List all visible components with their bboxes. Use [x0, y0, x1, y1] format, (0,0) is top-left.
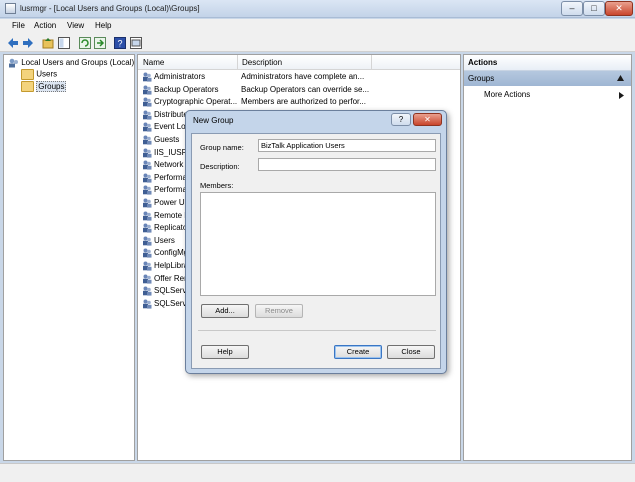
dialog-close-button[interactable]: ✕	[413, 113, 442, 126]
help-icon[interactable]: ?	[114, 37, 126, 49]
submenu-arrow-icon	[619, 92, 624, 99]
window-titlebar[interactable]: lusrmgr - [Local Users and Groups (Local…	[0, 0, 635, 18]
group-name: Administrators	[154, 72, 206, 81]
group-name-field[interactable]: BizTalk Application Users	[258, 139, 436, 152]
group-name: Backup Operators	[154, 84, 219, 94]
collapse-icon[interactable]	[617, 75, 624, 81]
users-groups-icon	[9, 58, 18, 68]
group-icon	[143, 135, 152, 145]
group-icon	[143, 248, 152, 258]
group-name: HelpLibra	[154, 261, 189, 270]
group-row[interactable]: Backup Operators Backup Operators can ove…	[138, 84, 460, 97]
group-icon	[143, 299, 152, 309]
more-actions-item[interactable]: More Actions	[484, 90, 530, 99]
tree-item-label: Groups	[36, 80, 67, 92]
svg-text:?: ?	[118, 39, 123, 49]
create-button[interactable]: Create	[334, 345, 382, 359]
group-icon	[143, 274, 152, 284]
column-separator[interactable]	[237, 55, 238, 70]
group-name: Guests	[154, 135, 180, 144]
show-hide-tree-icon[interactable]	[58, 37, 70, 49]
tree-item-label: Users	[36, 69, 58, 79]
menu-view[interactable]: View	[67, 21, 84, 30]
tree-pane: Local Users and Groups (Local) Users Gro…	[3, 54, 135, 461]
group-name: Distribute	[154, 109, 188, 119]
group-name: ConfigMg	[154, 248, 189, 258]
window-title: lusrmgr - [Local Users and Groups (Local…	[20, 4, 200, 13]
app-icon	[5, 3, 16, 14]
column-separator[interactable]	[371, 55, 372, 70]
actions-header: Actions	[464, 55, 631, 71]
group-icon	[143, 211, 152, 221]
refresh-icon[interactable]	[79, 37, 91, 49]
close-button[interactable]: ✕	[605, 1, 633, 16]
remove-button[interactable]: Remove	[255, 304, 303, 318]
tree-root-label: Local Users and Groups (Local)	[21, 58, 135, 68]
list-header: Name Description	[138, 55, 460, 70]
group-name: Users	[154, 235, 175, 245]
help-button[interactable]: Help	[201, 345, 249, 359]
description-field[interactable]	[258, 158, 436, 171]
group-icon	[143, 198, 152, 208]
column-description[interactable]: Description	[242, 58, 282, 67]
tree-root[interactable]: Local Users and Groups (Local)	[8, 58, 134, 68]
close-dialog-button[interactable]: Close	[387, 345, 435, 359]
status-bar	[0, 463, 635, 482]
add-button[interactable]: Add...	[201, 304, 249, 318]
group-icon	[143, 110, 152, 120]
toolbar: ?	[0, 34, 635, 52]
group-icon	[143, 286, 152, 296]
tree-item-users[interactable]: Users	[21, 69, 57, 80]
group-row[interactable]: Cryptographic Operat... Members are autho…	[138, 96, 460, 109]
group-icon	[143, 185, 152, 195]
group-icon	[143, 85, 152, 95]
actions-pane: Actions Groups More Actions	[463, 54, 632, 461]
menu-action[interactable]: Action	[34, 21, 56, 30]
column-name[interactable]: Name	[143, 58, 164, 67]
forward-icon[interactable]	[22, 37, 34, 49]
group-icon	[143, 72, 152, 82]
dialog-title: New Group	[193, 116, 234, 125]
up-folder-icon[interactable]	[42, 37, 54, 49]
members-label: Members:	[200, 181, 234, 190]
group-icon	[143, 97, 152, 107]
group-icon	[143, 173, 152, 183]
group-icon	[143, 223, 152, 233]
actions-section-label: Groups	[468, 74, 495, 83]
group-icon	[143, 236, 152, 246]
group-description: Backup Operators can override se...	[241, 84, 370, 94]
group-icon	[143, 122, 152, 132]
description-label: Description:	[200, 162, 240, 171]
group-description: Administrators have complete an...	[241, 72, 365, 81]
dialog-separator	[198, 330, 436, 331]
properties-icon[interactable]	[130, 37, 142, 49]
group-row[interactable]: Administrators Administrators have comple…	[138, 71, 460, 84]
group-name: Cryptographic Operat...	[154, 97, 238, 107]
group-icon	[143, 148, 152, 158]
menu-help[interactable]: Help	[95, 21, 111, 30]
menu-bar: File Action View Help	[0, 19, 635, 34]
folder-icon	[21, 81, 34, 92]
export-list-icon[interactable]	[94, 37, 106, 49]
actions-section-groups[interactable]: Groups	[464, 71, 631, 86]
group-icon	[143, 160, 152, 170]
tree-item-groups[interactable]: Groups	[21, 80, 67, 92]
group-icon	[143, 261, 152, 271]
folder-icon	[21, 69, 34, 80]
menu-file[interactable]: File	[12, 21, 25, 30]
back-icon[interactable]	[7, 37, 19, 49]
dialog-help-button[interactable]: ?	[391, 113, 411, 126]
members-list[interactable]	[200, 192, 436, 296]
maximize-button[interactable]: □	[583, 1, 605, 16]
dialog-body: Group name: BizTalk Application Users De…	[191, 133, 441, 369]
group-name-label: Group name:	[200, 143, 244, 152]
actions-title: Actions	[468, 58, 498, 67]
minimize-button[interactable]: –	[561, 1, 583, 16]
new-group-dialog: New Group ? ✕ Group name: BizTalk Applic…	[185, 110, 447, 374]
group-description: Members are authorized to perfor...	[241, 97, 366, 107]
